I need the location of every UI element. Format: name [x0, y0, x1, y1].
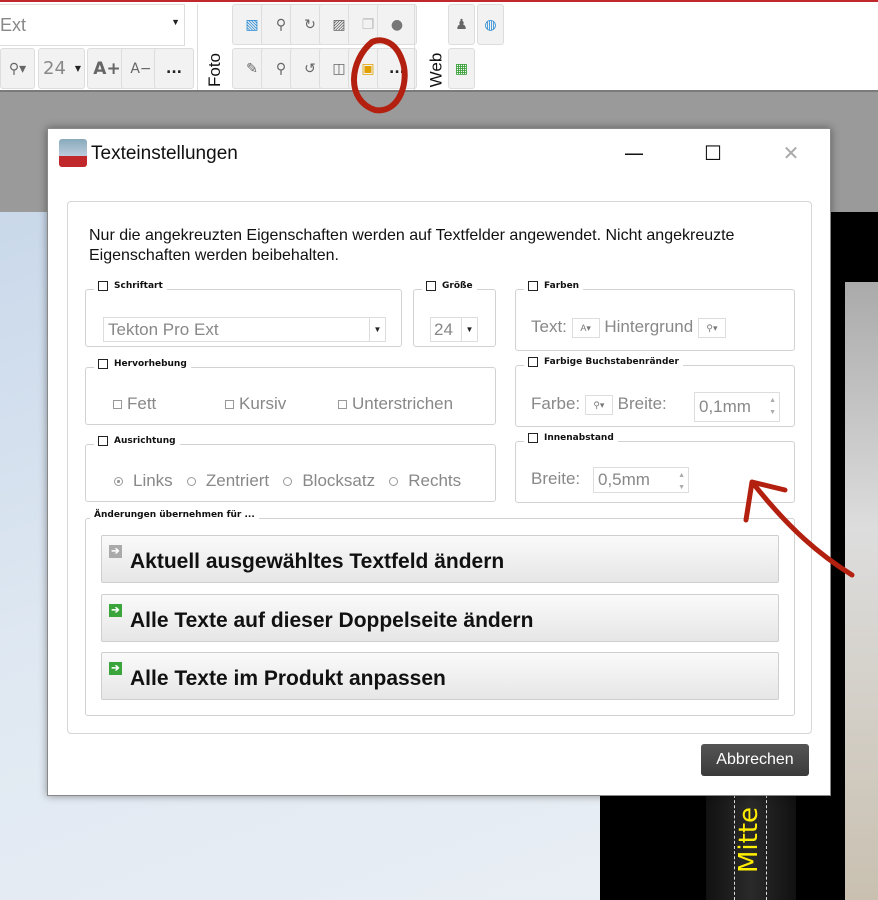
annotation-arrow: [743, 479, 855, 578]
annotation-circle: [351, 37, 408, 114]
annotation-overlay: [351, 37, 855, 578]
